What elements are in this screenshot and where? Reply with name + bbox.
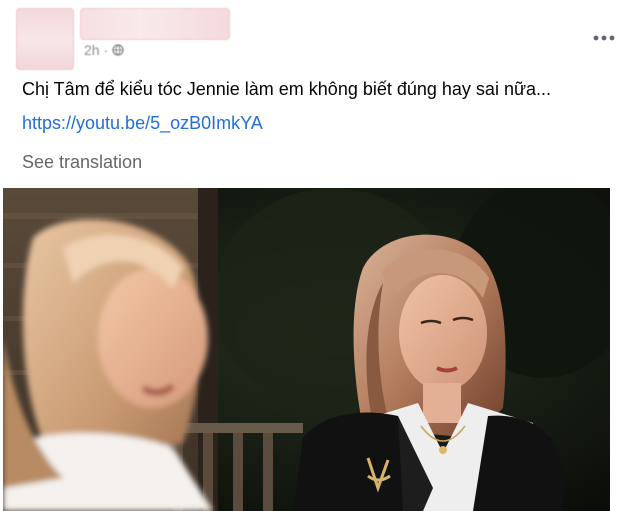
- facebook-post: 2h · Chị Tâm để kiểu tóc Jennie làm em k…: [0, 0, 640, 511]
- avatar[interactable]: [16, 8, 74, 70]
- meta-separator: ·: [103, 42, 109, 58]
- post-text: Chị Tâm để kiểu tóc Jennie làm em không …: [22, 79, 552, 99]
- globe-icon: [112, 44, 124, 56]
- video-thumbnail[interactable]: [3, 188, 610, 511]
- page-edge: [610, 188, 640, 511]
- author-name[interactable]: [80, 8, 230, 40]
- post-meta: 2h ·: [84, 42, 124, 58]
- see-translation-link[interactable]: See translation: [22, 151, 142, 173]
- youtube-link[interactable]: https://youtu.be/5_ozB0ImkYA: [22, 112, 263, 134]
- post-timestamp[interactable]: 2h: [84, 42, 100, 58]
- more-options-button[interactable]: [590, 24, 618, 52]
- more-horizontal-icon: [593, 35, 615, 41]
- video-still-image: [3, 188, 610, 511]
